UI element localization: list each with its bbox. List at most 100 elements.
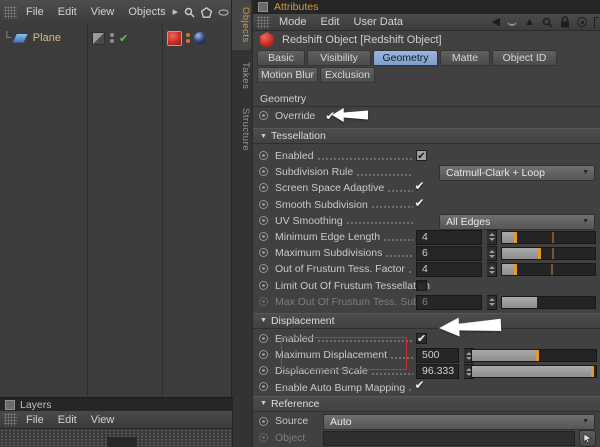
menu-edit[interactable]: Edit	[314, 16, 347, 28]
limit-oof-checkbox[interactable]	[416, 280, 427, 291]
screen-space-adaptive-checkbox[interactable]: ✔	[414, 181, 425, 192]
menu-edit[interactable]: Edit	[51, 414, 84, 426]
object-manager-menubar: File Edit View Objects ▶	[0, 0, 236, 25]
leader-dots	[408, 389, 413, 391]
menu-mode[interactable]: Mode	[272, 16, 314, 28]
spinner[interactable]	[487, 246, 497, 261]
menu-view[interactable]: View	[84, 414, 122, 426]
object-name[interactable]: Plane	[33, 32, 61, 44]
tab-objects[interactable]: Objects	[232, 0, 251, 50]
eye-icon[interactable]	[218, 9, 229, 16]
search-icon[interactable]	[184, 7, 195, 18]
keyframe-dot-icon[interactable]	[259, 281, 268, 290]
maximum-subdivisions-field[interactable]: 6	[416, 246, 482, 261]
row-auto-bump: Enable Auto Bump Mapping ✔	[253, 379, 600, 395]
keyframe-dot-icon[interactable]	[259, 200, 268, 209]
menu-user-data[interactable]: User Data	[347, 16, 411, 28]
tessellation-header[interactable]: ▼ Tessellation	[253, 128, 600, 144]
drag-grip-icon[interactable]	[257, 16, 270, 29]
keyframe-dot-icon[interactable]	[259, 216, 268, 225]
plane-object-icon[interactable]	[13, 34, 28, 43]
lock-icon[interactable]	[560, 16, 570, 28]
keyframe-dot-icon[interactable]	[259, 232, 268, 241]
search-icon[interactable]	[542, 17, 553, 28]
up-level-icon[interactable]: ▲	[524, 17, 535, 28]
pick-arrow-icon	[583, 433, 592, 443]
menu-file[interactable]: File	[19, 414, 51, 426]
collapse-triangle-icon: ▼	[260, 317, 267, 324]
maximum-displacement-field[interactable]: 500	[416, 348, 459, 363]
attribute-tabs-row2: Motion Blur Exclusion	[257, 67, 375, 83]
maximum-displacement-slider[interactable]	[471, 349, 597, 362]
maximum-subdivisions-slider[interactable]	[501, 247, 596, 260]
keyframe-dot-icon[interactable]	[259, 334, 268, 343]
enabled-check-icon[interactable]: ✔	[119, 32, 128, 45]
source-dropdown[interactable]: Auto▼	[323, 414, 595, 430]
tab-exclusion[interactable]: Exclusion	[320, 67, 375, 83]
track-focus-icon[interactable]	[577, 17, 587, 27]
auto-bump-checkbox[interactable]: ✔	[414, 380, 425, 391]
disp-enabled-checkbox[interactable]: ✔	[416, 333, 427, 344]
menu-overflow-icon[interactable]: ▶	[173, 8, 178, 16]
tab-visibility[interactable]: Visibility	[307, 50, 371, 66]
cutoff-tab	[107, 437, 137, 447]
menu-view[interactable]: View	[84, 6, 122, 18]
spinner[interactable]	[487, 230, 497, 245]
oof-factor-slider[interactable]	[501, 263, 596, 276]
home-icon[interactable]	[201, 7, 212, 18]
spinner[interactable]	[487, 262, 497, 277]
object-manager-panel: File Edit View Objects ▶ └ Plane	[0, 0, 252, 397]
keyframe-dot-icon[interactable]	[259, 111, 268, 120]
oof-factor-field[interactable]: 4	[416, 262, 482, 277]
leader-dots	[371, 206, 413, 208]
object-row-plane[interactable]: └ Plane ✔	[0, 27, 232, 49]
row-maximum-subdivisions: Maximum Subdivisions 6	[253, 245, 600, 261]
row-smooth-subdivision: Smooth Subdivision ✔	[253, 197, 600, 213]
keyframe-dot-icon[interactable]	[259, 366, 268, 375]
menu-objects[interactable]: Objects	[121, 6, 172, 18]
subdivision-rule-dropdown[interactable]: Catmull-Clark + Loop▼	[439, 165, 595, 181]
orange-dots-icon[interactable]	[186, 33, 190, 43]
row-oof-factor: Out of Frustum Tess. Factor 4	[253, 261, 600, 277]
displacement-scale-field[interactable]: 96.333	[416, 364, 459, 379]
drag-grip-icon[interactable]	[4, 413, 17, 426]
object-link-field[interactable]	[323, 431, 575, 446]
keyframe-dot-icon[interactable]	[259, 167, 268, 176]
minimum-edge-length-slider[interactable]	[501, 231, 596, 244]
tab-matte[interactable]: Matte	[440, 50, 490, 66]
keyframe-dot-icon[interactable]	[259, 264, 268, 273]
tab-structure[interactable]: Structure	[232, 101, 251, 158]
keyframe-dot-icon[interactable]	[259, 183, 268, 192]
tess-enabled-checkbox[interactable]: ✔	[416, 150, 427, 161]
keyframe-dot-icon[interactable]	[259, 151, 268, 160]
keyframe-dot-icon[interactable]	[259, 417, 268, 426]
panel-icon[interactable]	[5, 400, 15, 410]
tab-geometry[interactable]: Geometry	[373, 50, 438, 66]
tab-basic[interactable]: Basic	[257, 50, 305, 66]
object-picker-button[interactable]	[579, 430, 596, 447]
row-object: Object	[253, 430, 600, 447]
keyframe-dot-icon[interactable]	[259, 248, 268, 257]
texture-tag-icon[interactable]	[194, 32, 206, 44]
panel-icon[interactable]	[258, 2, 268, 12]
tab-takes[interactable]: Takes	[232, 55, 251, 96]
layer-swatch-icon[interactable]	[92, 32, 105, 45]
keyframe-dot-icon[interactable]	[259, 350, 268, 359]
keyframe-dot-icon[interactable]	[259, 382, 268, 391]
menu-edit[interactable]: Edit	[51, 6, 84, 18]
history-back-icon[interactable]: ◀	[492, 17, 500, 28]
tab-motion-blur[interactable]: Motion Blur	[257, 67, 318, 83]
redshift-object-tag-icon[interactable]	[167, 31, 182, 46]
attributes-titlebar: Attributes	[253, 0, 600, 14]
drag-grip-icon[interactable]	[4, 6, 17, 19]
tab-object-id[interactable]: Object ID	[492, 50, 557, 66]
minimum-edge-length-field[interactable]: 4	[416, 230, 482, 245]
uv-smoothing-dropdown[interactable]: All Edges▼	[439, 214, 595, 230]
visibility-dots-icon[interactable]	[110, 33, 114, 43]
history-forward-icon[interactable]	[507, 19, 517, 26]
displacement-scale-slider[interactable]	[471, 365, 597, 378]
menu-file[interactable]: File	[19, 6, 51, 18]
reference-header[interactable]: ▼ Reference	[253, 396, 600, 412]
displacement-header[interactable]: ▼ Displacement	[253, 313, 600, 329]
smooth-subdivision-checkbox[interactable]: ✔	[414, 198, 425, 209]
